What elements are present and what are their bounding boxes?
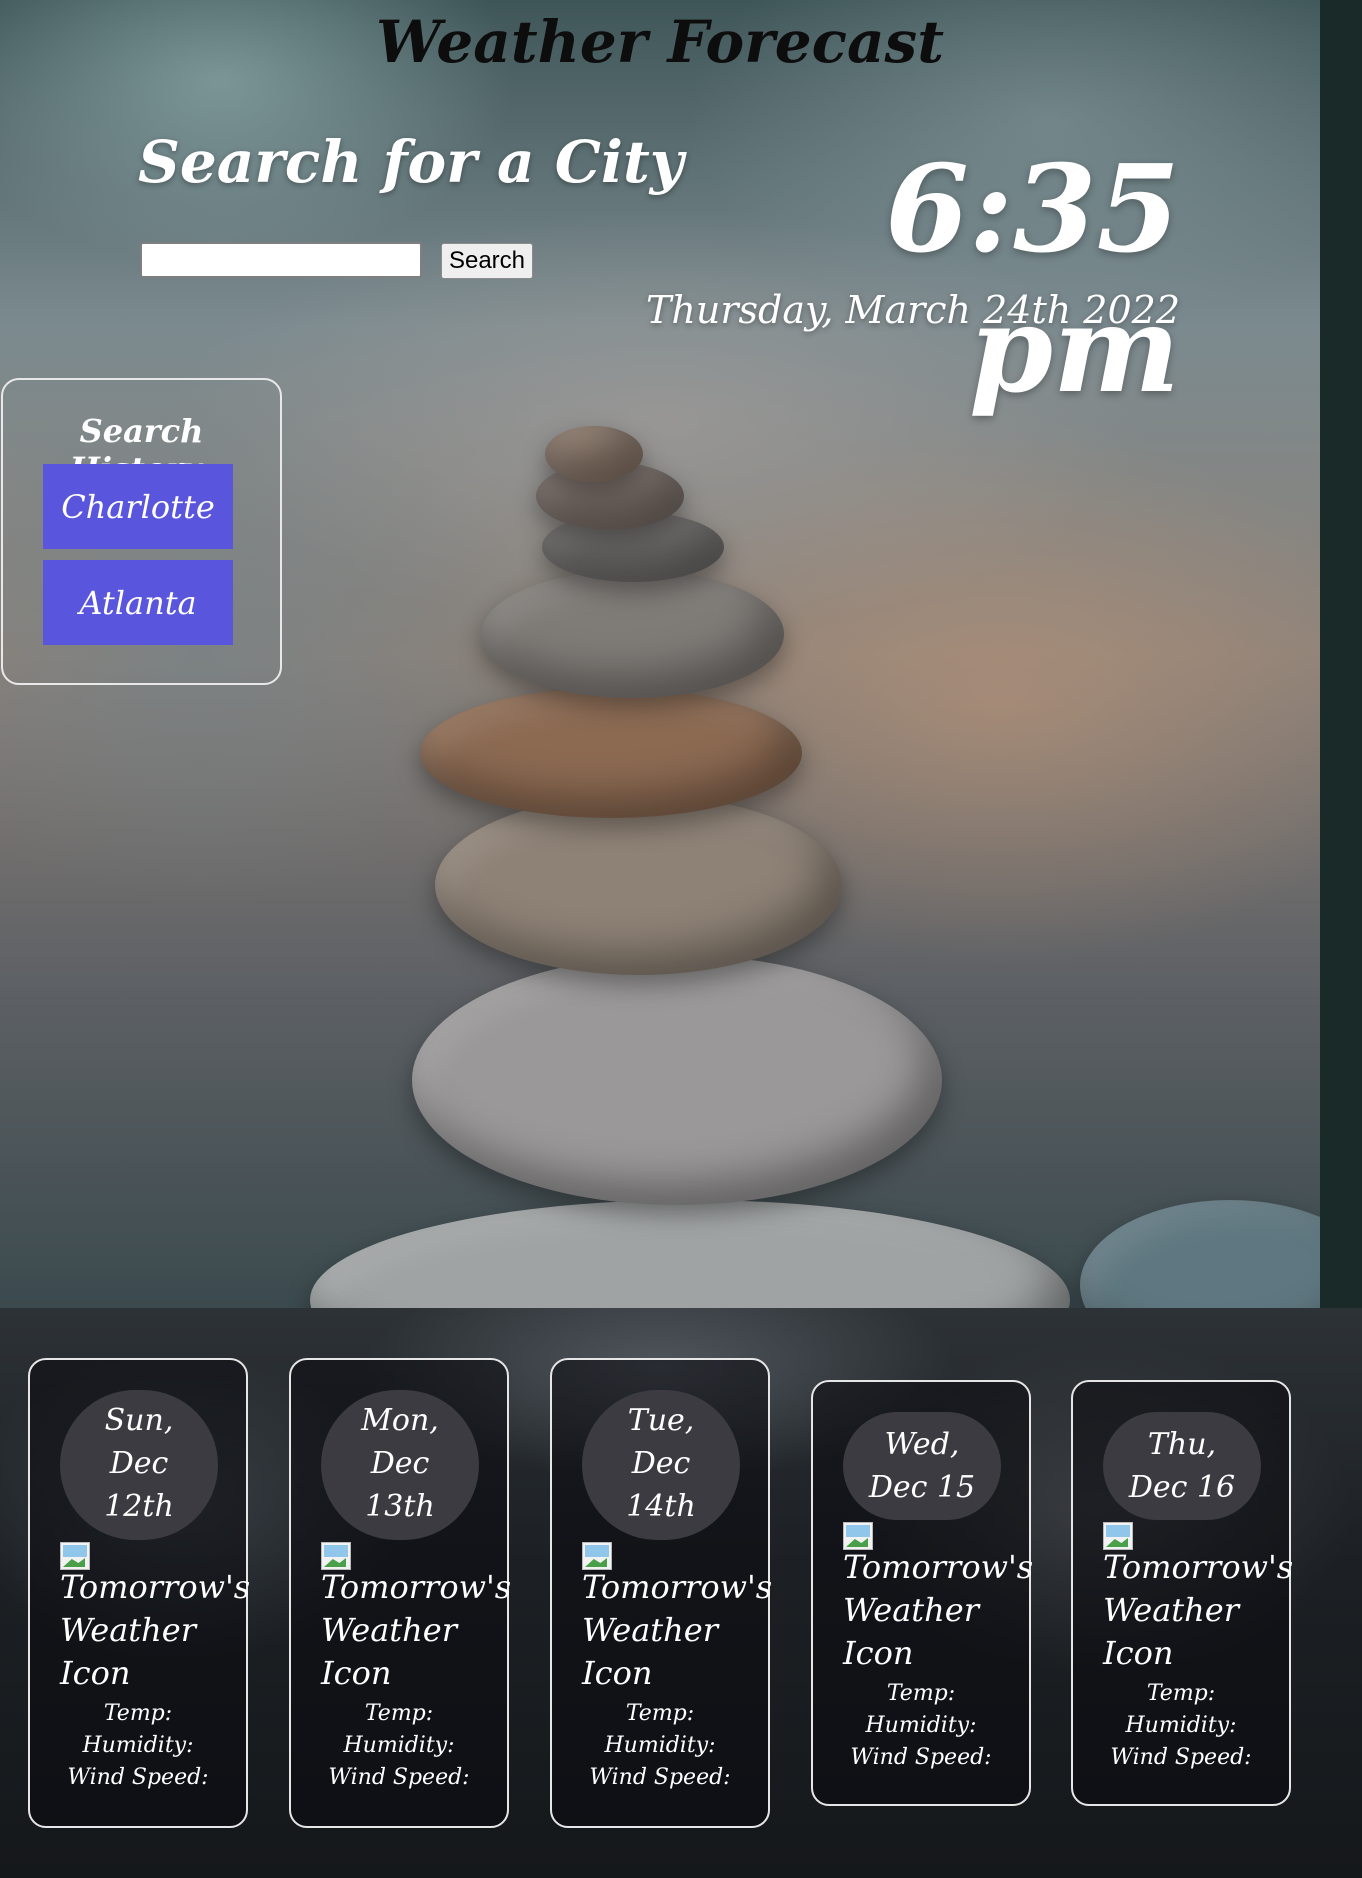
current-time: 6:35 pm bbox=[885, 139, 1180, 420]
temp-label: Temp: bbox=[103, 1701, 173, 1726]
forecast-date-line: Sun, bbox=[104, 1403, 174, 1438]
search-heading: Search for a City bbox=[138, 128, 684, 196]
search-button[interactable]: Search bbox=[441, 243, 533, 279]
wind-speed-label: Wind Speed: bbox=[1110, 1745, 1252, 1770]
wind-speed-label: Wind Speed: bbox=[67, 1765, 209, 1790]
temp-label: Temp: bbox=[886, 1681, 956, 1706]
forecast-date: Sun, Dec 12th bbox=[60, 1390, 218, 1540]
wind-speed-label: Wind Speed: bbox=[850, 1745, 992, 1770]
forecast-date-line: Dec 15 bbox=[868, 1470, 976, 1505]
humidity-label: Humidity: bbox=[604, 1733, 716, 1758]
forecast-date-line: Mon, bbox=[361, 1403, 439, 1438]
forecast-card: Tue, Dec 14th Tomorrow's Weather Icon Te… bbox=[550, 1358, 773, 1828]
forecast-date-line: Thu, bbox=[1147, 1427, 1217, 1462]
city-search-input[interactable] bbox=[140, 242, 422, 278]
page: Weather Forecast Search for a City Searc… bbox=[0, 0, 1362, 1878]
weather-icon-alt: Tomorrow's Weather Icon bbox=[843, 1548, 1034, 1672]
current-date: Thursday, March 24th 2022 bbox=[646, 288, 1180, 332]
forecast-date-line: 14th bbox=[626, 1489, 696, 1524]
history-item-atlanta[interactable]: Atlanta bbox=[43, 560, 233, 645]
wind-speed-label: Wind Speed: bbox=[589, 1765, 731, 1790]
app-title: Weather Forecast bbox=[376, 8, 944, 76]
forecast-date: Tue, Dec 14th bbox=[582, 1390, 740, 1540]
weather-icon-alt: Tomorrow's Weather Icon bbox=[1103, 1548, 1294, 1672]
forecast-card: Wed, Dec 15 Tomorrow's Weather Icon Temp… bbox=[811, 1380, 1034, 1806]
forecast-card: Mon, Dec 13th Tomorrow's Weather Icon Te… bbox=[289, 1358, 512, 1828]
weather-icon-alt: Tomorrow's Weather Icon bbox=[60, 1568, 251, 1692]
temp-label: Temp: bbox=[625, 1701, 695, 1726]
forecast-date-line: Dec bbox=[370, 1446, 430, 1481]
temp-label: Temp: bbox=[1146, 1681, 1216, 1706]
humidity-label: Humidity: bbox=[343, 1733, 455, 1758]
humidity-label: Humidity: bbox=[1125, 1713, 1237, 1738]
forecast-date-line: 13th bbox=[365, 1489, 435, 1524]
forecast-date-line: Dec bbox=[109, 1446, 169, 1481]
history-item-charlotte[interactable]: Charlotte bbox=[43, 464, 233, 549]
forecast-date-line: Wed, bbox=[884, 1427, 960, 1462]
forecast-card: Sun, Dec 12th Tomorrow's Weather Icon Te… bbox=[28, 1358, 251, 1828]
forecast-date-line: Dec bbox=[631, 1446, 691, 1481]
weather-icon-alt: Tomorrow's Weather Icon bbox=[321, 1568, 512, 1692]
forecast-card: Thu, Dec 16 Tomorrow's Weather Icon Temp… bbox=[1071, 1380, 1294, 1806]
temp-label: Temp: bbox=[364, 1701, 434, 1726]
weather-icon-alt: Tomorrow's Weather Icon bbox=[582, 1568, 773, 1692]
forecast-date: Mon, Dec 13th bbox=[321, 1390, 479, 1540]
search-history-panel: Search History: Charlotte Atlanta bbox=[1, 378, 282, 685]
humidity-label: Humidity: bbox=[82, 1733, 194, 1758]
forecast-date: Wed, Dec 15 bbox=[843, 1412, 1001, 1520]
wind-speed-label: Wind Speed: bbox=[328, 1765, 470, 1790]
humidity-label: Humidity: bbox=[865, 1713, 977, 1738]
right-strip bbox=[1320, 0, 1362, 1308]
forecast-date: Thu, Dec 16 bbox=[1103, 1412, 1261, 1520]
forecast-date-line: Dec 16 bbox=[1128, 1470, 1236, 1505]
forecast-date-line: Tue, bbox=[627, 1403, 695, 1438]
forecast-date-line: 12th bbox=[104, 1489, 174, 1524]
